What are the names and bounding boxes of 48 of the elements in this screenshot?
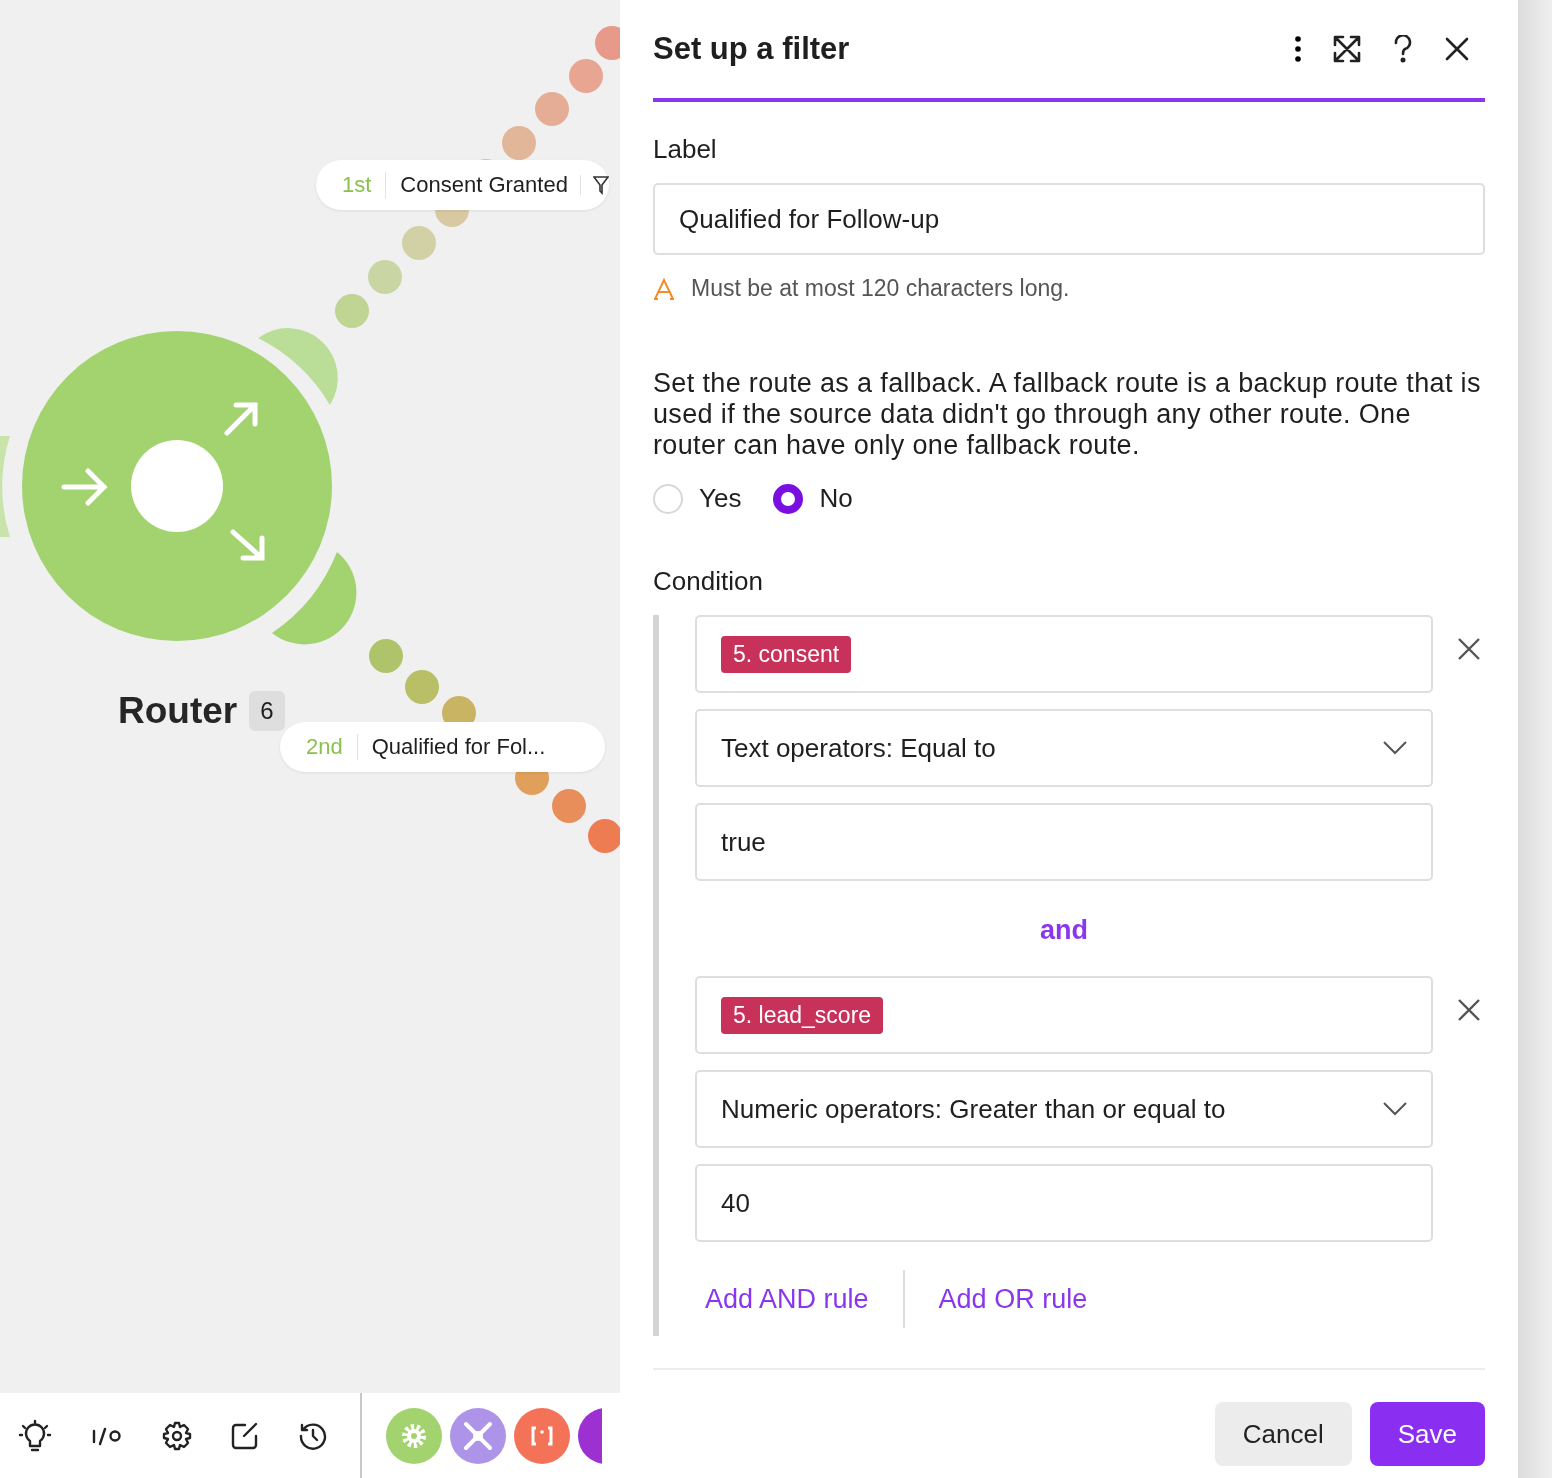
lightbulb-icon[interactable] — [18, 1418, 52, 1453]
route-order: 1st — [342, 172, 387, 198]
expand-icon[interactable] — [1333, 35, 1361, 63]
close-icon[interactable] — [1457, 998, 1481, 1022]
chevron-icon — [1383, 741, 1407, 755]
variable-tag[interactable]: 5. lead_score — [721, 996, 884, 1034]
text-field[interactable]: Qualified for Follow-up — [653, 183, 1485, 255]
brackets-icon[interactable] — [514, 1407, 570, 1464]
operand-field[interactable]: 5. lead_score — [695, 976, 1433, 1054]
add-rule-link[interactable]: Add OR rule — [928, 1283, 1098, 1315]
radio-option[interactable]: No — [773, 483, 853, 514]
filter-icon[interactable] — [592, 175, 609, 195]
operator-select[interactable]: Text operators: Equal to — [695, 709, 1433, 787]
router-node-drawing[interactable] — [22, 328, 357, 645]
node-badge: 6 — [249, 691, 285, 731]
cancel-button[interactable]: Cancel — [1214, 1402, 1352, 1466]
edit-icon[interactable] — [230, 1420, 260, 1451]
hint-text: Must be at most 120 characters long. — [691, 275, 1070, 302]
variable-tag[interactable]: 5. consent — [721, 635, 852, 673]
field-label: Condition — [653, 566, 764, 597]
panel-title: Set up a filter — [653, 31, 851, 67]
route-label: Consent Granted — [400, 172, 568, 198]
connector-text: and — [1039, 915, 1089, 946]
add-rule-link[interactable]: Add AND rule — [695, 1283, 879, 1315]
app-icon[interactable] — [578, 1407, 602, 1464]
tools-icon[interactable] — [450, 1407, 506, 1464]
field-label: Label — [653, 134, 718, 165]
route-pill[interactable]: 1st Consent Granted — [316, 160, 609, 210]
operand-field[interactable]: 5. consent — [695, 615, 1433, 693]
radio-option[interactable]: Yes — [653, 483, 742, 514]
chevron-icon — [1383, 1102, 1407, 1116]
close-icon[interactable] — [1445, 37, 1469, 61]
more-icon[interactable] — [1295, 36, 1301, 62]
warning-icon — [653, 277, 675, 300]
settings-icon[interactable] — [162, 1420, 192, 1451]
description: Set the route as a fallback. A fallback route is a backup route that is used if the source data didn't go through any other route. One router can have only one fallback route. — [653, 368, 1482, 461]
node-title: Router — [118, 690, 238, 732]
radio-icon[interactable] — [773, 483, 804, 514]
help-icon[interactable] — [1393, 35, 1413, 63]
operator-select[interactable]: Numeric operators: Greater than or equal to — [695, 1070, 1433, 1148]
history-icon[interactable] — [298, 1420, 328, 1451]
value-field[interactable]: 40 — [695, 1164, 1433, 1242]
value-field[interactable]: true — [695, 803, 1433, 881]
save-button[interactable]: Save — [1369, 1402, 1485, 1466]
close-icon[interactable] — [1457, 637, 1481, 661]
route-order: 2nd — [306, 734, 358, 760]
route-label: Qualified for Fol... — [371, 734, 546, 760]
route-pill[interactable]: 2nd Qualified for Fol... — [280, 722, 606, 772]
